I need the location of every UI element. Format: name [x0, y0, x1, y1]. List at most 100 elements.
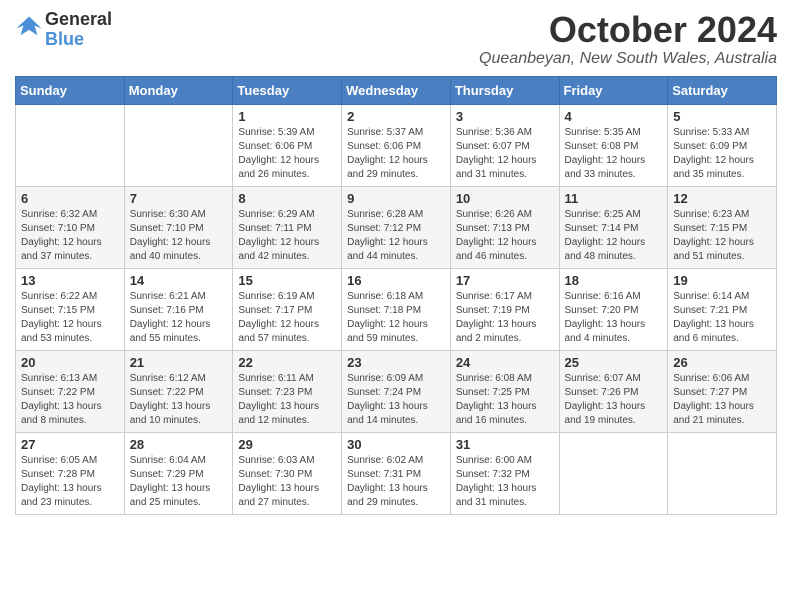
day-info: Sunrise: 6:25 AM Sunset: 7:14 PM Dayligh… — [565, 208, 663, 264]
calendar-cell: 23 Sunrise: 6:09 AM Sunset: 7:24 PM Dayli… — [342, 350, 451, 432]
calendar-table: SundayMondayTuesdayWednesdayThursdayFrid… — [15, 76, 777, 515]
day-number: 8 — [238, 191, 336, 206]
day-info: Sunrise: 5:37 AM Sunset: 6:06 PM Dayligh… — [347, 126, 445, 182]
calendar-cell: 3Sunrise: 5:36 AM Sunset: 6:07 PM Daylig… — [450, 104, 559, 186]
day-number: 22 — [238, 355, 336, 370]
calendar-cell: 1Sunrise: 5:39 AM Sunset: 6:06 PM Daylig… — [233, 104, 342, 186]
calendar-week-row: 20 Sunrise: 6:13 AM Sunset: 7:22 PM Dayli… — [16, 350, 777, 432]
calendar-cell — [559, 432, 668, 514]
day-info: Sunrise: 6:04 AM Sunset: 7:29 PM Dayligh… — [130, 454, 228, 510]
day-number: 15 — [238, 273, 336, 288]
day-info: Sunrise: 6:07 AM Sunset: 7:26 PM Dayligh… — [565, 372, 663, 428]
day-number: 26 — [673, 355, 771, 370]
day-info: Sunrise: 6:18 AM Sunset: 7:18 PM Dayligh… — [347, 290, 445, 346]
day-info: Sunrise: 6:17 AM Sunset: 7:19 PM Dayligh… — [456, 290, 554, 346]
day-number: 12 — [673, 191, 771, 206]
day-number: 30 — [347, 437, 445, 452]
day-info: Sunrise: 6:32 AM Sunset: 7:10 PM Dayligh… — [21, 208, 119, 264]
day-info: Sunrise: 6:11 AM Sunset: 7:23 PM Dayligh… — [238, 372, 336, 428]
day-number: 29 — [238, 437, 336, 452]
day-number: 14 — [130, 273, 228, 288]
calendar-cell: 2Sunrise: 5:37 AM Sunset: 6:06 PM Daylig… — [342, 104, 451, 186]
day-info: Sunrise: 6:06 AM Sunset: 7:27 PM Dayligh… — [673, 372, 771, 428]
day-number: 10 — [456, 191, 554, 206]
day-number: 25 — [565, 355, 663, 370]
calendar-cell: 5Sunrise: 5:33 AM Sunset: 6:09 PM Daylig… — [668, 104, 777, 186]
day-number: 27 — [21, 437, 119, 452]
day-number: 13 — [21, 273, 119, 288]
day-info: Sunrise: 6:30 AM Sunset: 7:10 PM Dayligh… — [130, 208, 228, 264]
day-number: 9 — [347, 191, 445, 206]
month-title: October 2024 — [479, 10, 777, 50]
day-info: Sunrise: 6:19 AM Sunset: 7:17 PM Dayligh… — [238, 290, 336, 346]
calendar-cell: 4 Sunrise: 5:35 AM Sunset: 6:08 PM Daylig… — [559, 104, 668, 186]
calendar-cell: 20 Sunrise: 6:13 AM Sunset: 7:22 PM Dayli… — [16, 350, 125, 432]
day-number: 1 — [238, 109, 336, 124]
day-info: Sunrise: 6:09 AM Sunset: 7:24 PM Dayligh… — [347, 372, 445, 428]
header: General Blue October 2024 Queanbeyan, Ne… — [15, 10, 777, 68]
calendar-cell — [16, 104, 125, 186]
calendar-cell: 28 Sunrise: 6:04 AM Sunset: 7:29 PM Dayli… — [124, 432, 233, 514]
location-title: Queanbeyan, New South Wales, Australia — [479, 50, 777, 68]
day-number: 17 — [456, 273, 554, 288]
calendar-cell: 30 Sunrise: 6:02 AM Sunset: 7:31 PM Dayli… — [342, 432, 451, 514]
calendar-body: 1Sunrise: 5:39 AM Sunset: 6:06 PM Daylig… — [16, 104, 777, 514]
calendar-cell: 24 Sunrise: 6:08 AM Sunset: 7:25 PM Dayli… — [450, 350, 559, 432]
calendar-cell: 9 Sunrise: 6:28 AM Sunset: 7:12 PM Daylig… — [342, 186, 451, 268]
weekday-header-monday: Monday — [124, 76, 233, 104]
day-info: Sunrise: 6:21 AM Sunset: 7:16 PM Dayligh… — [130, 290, 228, 346]
logo-bird-icon — [15, 13, 43, 41]
day-number: 19 — [673, 273, 771, 288]
day-number: 4 — [565, 109, 663, 124]
weekday-header-tuesday: Tuesday — [233, 76, 342, 104]
day-number: 23 — [347, 355, 445, 370]
day-info: Sunrise: 6:03 AM Sunset: 7:30 PM Dayligh… — [238, 454, 336, 510]
day-number: 24 — [456, 355, 554, 370]
weekday-header-wednesday: Wednesday — [342, 76, 451, 104]
weekday-header-sunday: Sunday — [16, 76, 125, 104]
day-info: Sunrise: 6:28 AM Sunset: 7:12 PM Dayligh… — [347, 208, 445, 264]
day-info: Sunrise: 6:08 AM Sunset: 7:25 PM Dayligh… — [456, 372, 554, 428]
calendar-cell: 26 Sunrise: 6:06 AM Sunset: 7:27 PM Dayli… — [668, 350, 777, 432]
weekday-header-row: SundayMondayTuesdayWednesdayThursdayFrid… — [16, 76, 777, 104]
day-info: Sunrise: 6:02 AM Sunset: 7:31 PM Dayligh… — [347, 454, 445, 510]
calendar-cell — [124, 104, 233, 186]
day-info: Sunrise: 5:36 AM Sunset: 6:07 PM Dayligh… — [456, 126, 554, 182]
day-number: 21 — [130, 355, 228, 370]
calendar-cell: 27 Sunrise: 6:05 AM Sunset: 7:28 PM Dayli… — [16, 432, 125, 514]
day-info: Sunrise: 6:00 AM Sunset: 7:32 PM Dayligh… — [456, 454, 554, 510]
calendar-cell: 19 Sunrise: 6:14 AM Sunset: 7:21 PM Dayli… — [668, 268, 777, 350]
day-number: 6 — [21, 191, 119, 206]
day-info: Sunrise: 6:22 AM Sunset: 7:15 PM Dayligh… — [21, 290, 119, 346]
calendar-week-row: 6 Sunrise: 6:32 AM Sunset: 7:10 PM Daylig… — [16, 186, 777, 268]
day-info: Sunrise: 5:33 AM Sunset: 6:09 PM Dayligh… — [673, 126, 771, 182]
logo-subtext: Blue — [45, 30, 112, 50]
day-number: 28 — [130, 437, 228, 452]
calendar-week-row: 13 Sunrise: 6:22 AM Sunset: 7:15 PM Dayli… — [16, 268, 777, 350]
day-info: Sunrise: 6:14 AM Sunset: 7:21 PM Dayligh… — [673, 290, 771, 346]
calendar-cell: 22 Sunrise: 6:11 AM Sunset: 7:23 PM Dayli… — [233, 350, 342, 432]
day-info: Sunrise: 6:29 AM Sunset: 7:11 PM Dayligh… — [238, 208, 336, 264]
weekday-header-saturday: Saturday — [668, 76, 777, 104]
weekday-header-friday: Friday — [559, 76, 668, 104]
calendar-cell: 21 Sunrise: 6:12 AM Sunset: 7:22 PM Dayli… — [124, 350, 233, 432]
day-number: 7 — [130, 191, 228, 206]
day-number: 11 — [565, 191, 663, 206]
day-number: 20 — [21, 355, 119, 370]
day-info: Sunrise: 6:13 AM Sunset: 7:22 PM Dayligh… — [21, 372, 119, 428]
logo-text: General — [45, 10, 112, 30]
calendar-cell: 29 Sunrise: 6:03 AM Sunset: 7:30 PM Dayli… — [233, 432, 342, 514]
calendar-cell: 31Sunrise: 6:00 AM Sunset: 7:32 PM Dayli… — [450, 432, 559, 514]
calendar-week-row: 1Sunrise: 5:39 AM Sunset: 6:06 PM Daylig… — [16, 104, 777, 186]
title-area: October 2024 Queanbeyan, New South Wales… — [479, 10, 777, 68]
calendar-cell: 8 Sunrise: 6:29 AM Sunset: 7:11 PM Daylig… — [233, 186, 342, 268]
day-info: Sunrise: 6:12 AM Sunset: 7:22 PM Dayligh… — [130, 372, 228, 428]
day-number: 18 — [565, 273, 663, 288]
calendar-cell — [668, 432, 777, 514]
day-info: Sunrise: 5:35 AM Sunset: 6:08 PM Dayligh… — [565, 126, 663, 182]
day-info: Sunrise: 6:05 AM Sunset: 7:28 PM Dayligh… — [21, 454, 119, 510]
calendar-cell: 15 Sunrise: 6:19 AM Sunset: 7:17 PM Dayli… — [233, 268, 342, 350]
calendar-cell: 13 Sunrise: 6:22 AM Sunset: 7:15 PM Dayli… — [16, 268, 125, 350]
logo: General Blue — [15, 10, 112, 50]
calendar-cell: 10Sunrise: 6:26 AM Sunset: 7:13 PM Dayli… — [450, 186, 559, 268]
